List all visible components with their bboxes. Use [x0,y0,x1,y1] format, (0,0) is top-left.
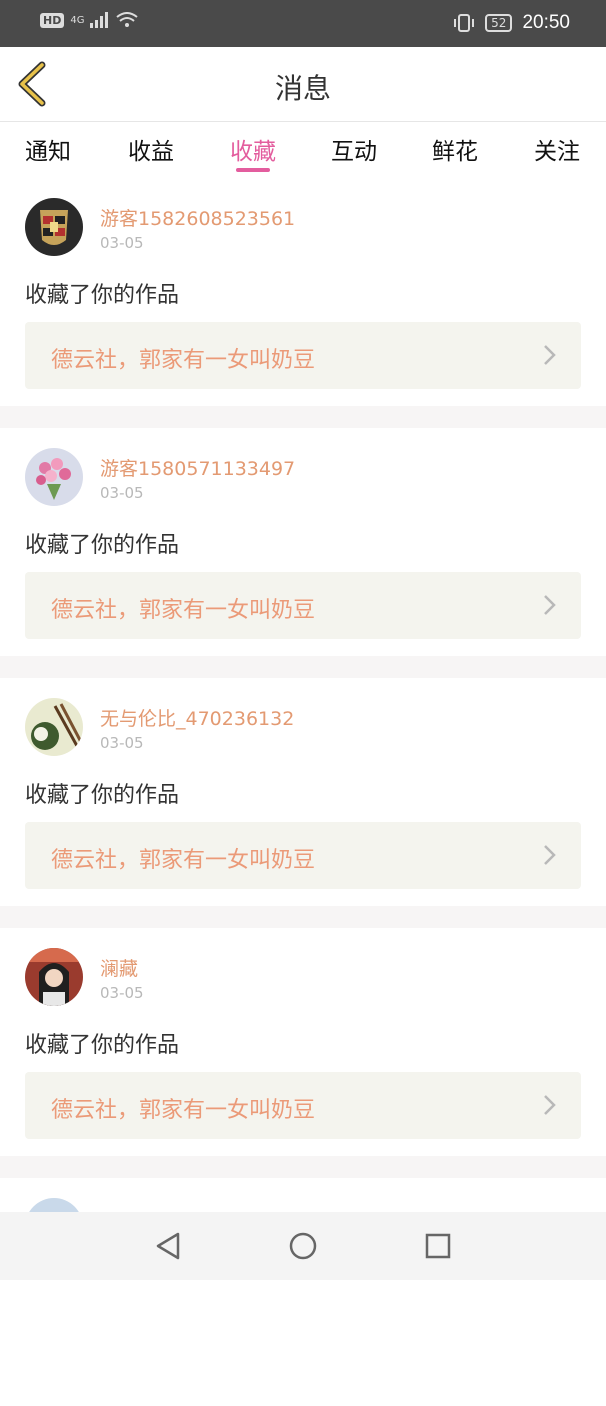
notification-card: 无与伦比_470236132 03-05 收藏了你的作品 德云社，郭家有一女叫奶… [0,678,606,906]
wifi-icon [116,12,139,27]
nav-recents-icon[interactable] [422,1230,454,1262]
tab-flowers[interactable]: 鲜花 [415,132,495,166]
status-bar: HD 4G 52 20:50 [0,0,606,47]
flowers-avatar-icon [25,448,83,506]
timestamp: 03-05 [100,234,144,252]
chevron-right-icon [544,345,556,365]
vibrate-icon [454,14,475,32]
page-title: 消息 [274,72,331,105]
avatar[interactable] [25,948,83,1006]
network-type: 4G [70,14,85,26]
work-title: 德云社，郭家有一女叫奶豆 [51,848,316,873]
username[interactable]: 无与伦比_470236132 [100,704,294,731]
notification-card: 游客1582608523561 03-05 收藏了你的作品 德云社，郭家有一女叫… [0,178,606,406]
tab-earnings[interactable]: 收益 [111,132,191,166]
top-bar: 消息 [0,47,606,122]
chevron-right-icon [544,595,556,615]
action-text: 收藏了你的作品 [25,283,180,308]
action-text: 收藏了你的作品 [25,783,180,808]
chevron-right-icon [544,1095,556,1115]
system-nav-bar [0,1212,606,1280]
tab-interaction[interactable]: 互动 [314,132,394,166]
username[interactable]: 游客1580571133497 [100,454,295,481]
work-link[interactable]: 德云社，郭家有一女叫奶豆 [25,572,581,639]
chopsticks-avatar-icon [25,698,83,756]
signal-icon [90,12,109,28]
status-left: HD 4G [40,12,139,28]
action-text: 收藏了你的作品 [25,1033,180,1058]
tab-favorites[interactable]: 收藏 [213,132,293,166]
tab-bar: 通知 收益 收藏 互动 鲜花 关注 [0,122,606,178]
status-time: 20:50 [522,12,570,33]
work-link[interactable]: 德云社，郭家有一女叫奶豆 [25,822,581,889]
work-title: 德云社，郭家有一女叫奶豆 [51,348,316,373]
notification-card: 澜藏 03-05 收藏了你的作品 德云社，郭家有一女叫奶豆 [0,928,606,1156]
timestamp: 03-05 [100,734,144,752]
chevron-right-icon [544,845,556,865]
battery-icon: 52 [485,14,513,32]
porsche-avatar-icon [25,198,83,256]
status-right: 52 20:50 [453,12,570,34]
tab-follow[interactable]: 关注 [517,132,597,166]
notification-card: 游客1580571133497 03-05 收藏了你的作品 德云社，郭家有一女叫… [0,428,606,656]
username[interactable]: 澜藏 [100,954,138,981]
avatar[interactable] [25,448,83,506]
avatar[interactable] [25,698,83,756]
timestamp: 03-05 [100,484,144,502]
avatar[interactable] [25,198,83,256]
timestamp: 03-05 [100,984,144,1002]
action-text: 收藏了你的作品 [25,533,180,558]
tab-notify[interactable]: 通知 [8,132,88,166]
work-title: 德云社，郭家有一女叫奶豆 [51,598,316,623]
username[interactable]: 游客1582608523561 [100,204,295,231]
anime-avatar-icon [25,948,83,1006]
nav-back-icon[interactable] [152,1230,184,1262]
work-link[interactable]: 德云社，郭家有一女叫奶豆 [25,322,581,389]
hd-icon: HD [40,12,65,28]
active-tab-indicator [236,168,270,172]
nav-home-icon[interactable] [287,1230,319,1262]
work-title: 德云社，郭家有一女叫奶豆 [51,1098,316,1123]
work-link[interactable]: 德云社，郭家有一女叫奶豆 [25,1072,581,1139]
